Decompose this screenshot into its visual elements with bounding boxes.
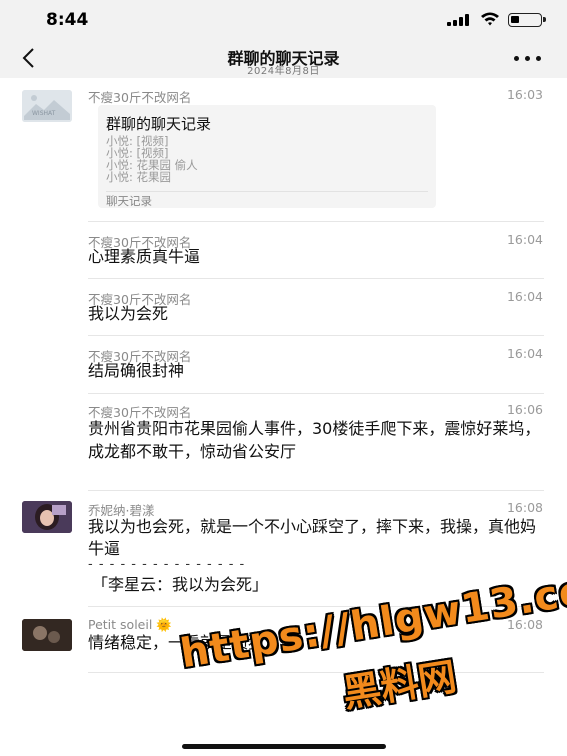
message-text: 贵州省贵阳市花果园偷人事件，30楼徒手爬下来，震惊好莱坞，成龙都不敢干，惊动省公… [88, 419, 541, 461]
avatar[interactable] [22, 501, 72, 533]
battery-icon [508, 13, 546, 27]
message-text: 结局确很封神 [88, 361, 185, 380]
avatar[interactable] [22, 619, 72, 651]
message-time: 16:08 [506, 500, 543, 515]
card-title: 群聊的聊天记录 [106, 115, 212, 133]
divider [88, 672, 544, 673]
message-time: 16:03 [506, 87, 543, 102]
avatar: WISHAT [22, 90, 72, 122]
wifi-icon [481, 12, 499, 26]
forwarded-chat-card[interactable]: 群聊的聊天记录 小悦: [视频] 小悦: [视频] 小悦: 花果园 偷人 小悦:… [98, 105, 436, 208]
message-time: 16:04 [506, 232, 543, 247]
message-item: 不瘦30斤不改网名 16:06 贵州省贵阳市花果园偷人事件，30楼徒手爬下来，震… [0, 394, 567, 489]
more-options-icon[interactable] [514, 56, 542, 62]
home-indicator[interactable] [182, 744, 386, 749]
message-time: 16:04 [506, 346, 543, 361]
message-time: 16:06 [506, 402, 543, 417]
nav-bar: 群聊的聊天记录 2024年8月8日 [0, 42, 567, 78]
user-photo-icon [22, 501, 72, 533]
status-time: 8:44 [46, 10, 89, 30]
message-item: 不瘦30斤不改网名 16:04 心理素质真牛逼 [0, 222, 567, 278]
signal-icon [447, 14, 473, 26]
sender-name: 不瘦30斤不改网名 [88, 90, 192, 105]
message-text: 心理素质真牛逼 [88, 247, 201, 266]
image-placeholder-icon [22, 90, 72, 122]
page-subtitle: 2024年8月8日 [247, 66, 320, 77]
message-item: 不瘦30斤不改网名 16:04 我以为会死 [0, 279, 567, 335]
message-item: 不瘦30斤不改网名 16:04 结局确很封神 [0, 336, 567, 392]
card-footer: 聊天记录 [106, 194, 152, 208]
sender-name: Petit soleil 🌞 [88, 617, 172, 632]
message-text: 我以为也会死，就是一个不小心踩空了，摔下来，我操，真他妈牛逼 [88, 517, 537, 558]
message-text: 我以为会死 [88, 304, 169, 323]
user-photo-icon [22, 619, 72, 651]
status-bar: 8:44 [0, 0, 567, 42]
message-time: 16:04 [506, 289, 543, 304]
card-line: 小悦: 花果园 [106, 170, 172, 184]
quote-divider: - - - - - - - - - - - - - - - [88, 557, 246, 572]
card-divider [106, 191, 428, 192]
avatar-caption: WISHAT [32, 110, 56, 117]
